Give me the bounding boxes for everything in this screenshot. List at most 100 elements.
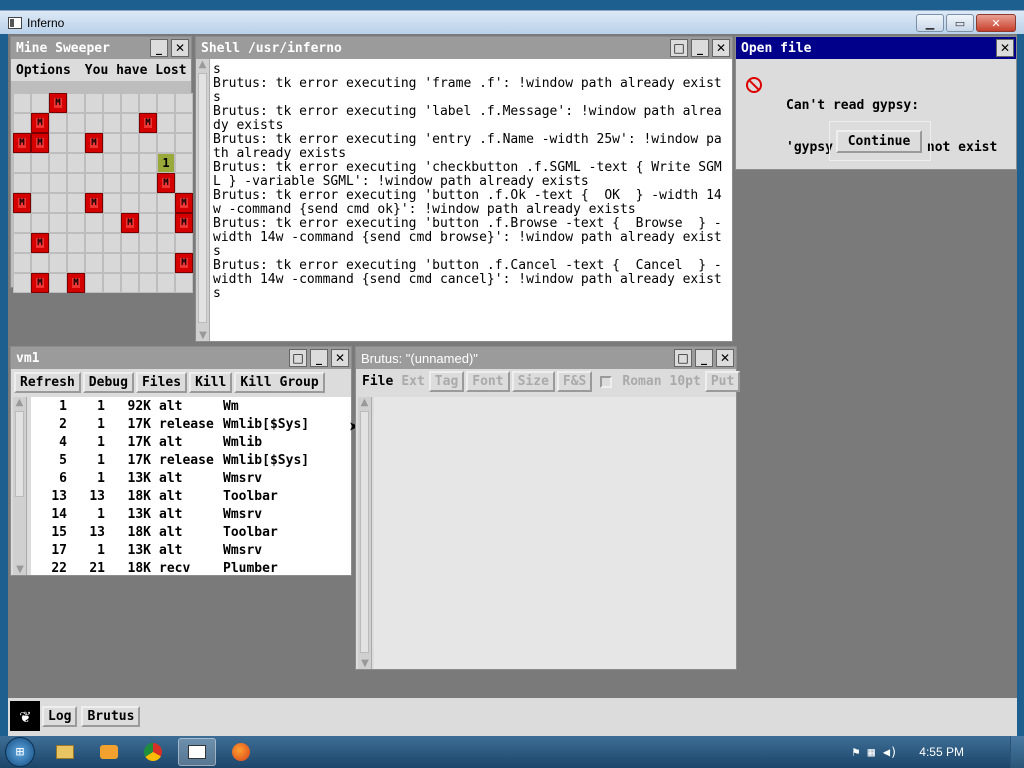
cell[interactable] (13, 153, 31, 173)
minimize-icon[interactable]: _ (691, 39, 709, 57)
mine-cell[interactable]: M (175, 253, 193, 273)
cell[interactable] (139, 273, 157, 293)
files-button[interactable]: Files (135, 372, 188, 393)
cell[interactable] (175, 273, 193, 293)
process-row[interactable]: 17 1 13K alt Wmsrv (31, 541, 343, 559)
taskbar-brutus-button[interactable]: Brutus (81, 705, 141, 727)
cell[interactable] (175, 233, 193, 253)
maximize-icon[interactable]: □ (289, 349, 307, 367)
cell[interactable] (139, 193, 157, 213)
refresh-button[interactable]: Refresh (14, 372, 81, 393)
cell[interactable] (121, 273, 139, 293)
cell[interactable] (103, 273, 121, 293)
debug-button[interactable]: Debug (82, 372, 134, 393)
cell[interactable] (13, 253, 31, 273)
cell[interactable] (49, 153, 67, 173)
cell[interactable] (49, 113, 67, 133)
cell[interactable] (157, 273, 175, 293)
cell[interactable] (31, 253, 49, 273)
brutus-titlebar[interactable]: Brutus: "(unnamed)" □ _ ✕ (356, 347, 736, 369)
cell[interactable] (103, 253, 121, 273)
cell[interactable] (139, 253, 157, 273)
cell[interactable] (175, 173, 193, 193)
scroll-thumb[interactable] (198, 73, 207, 323)
scroll-down-icon[interactable]: ▼ (13, 564, 27, 575)
fs-button[interactable]: F&S (556, 371, 593, 392)
vm-titlebar[interactable]: vm1 □ _ ✕ (11, 347, 351, 369)
cell[interactable] (139, 93, 157, 113)
cell[interactable] (49, 133, 67, 153)
cell[interactable] (103, 193, 121, 213)
file-explorer-icon[interactable] (46, 738, 84, 766)
cell[interactable] (157, 113, 175, 133)
cell[interactable] (139, 173, 157, 193)
close-icon[interactable]: ✕ (996, 39, 1014, 57)
media-player-icon[interactable] (90, 738, 128, 766)
maximize-icon[interactable]: ▭ (946, 14, 974, 32)
file-menu[interactable]: File (358, 373, 397, 390)
cell[interactable] (157, 93, 175, 113)
process-row[interactable]: 5 1 17K release Wmlib[$Sys] (31, 451, 343, 469)
cell[interactable] (103, 213, 121, 233)
close-icon[interactable]: ✕ (171, 39, 189, 57)
cell[interactable] (67, 93, 85, 113)
mine-cell[interactable]: M (175, 213, 193, 233)
cell[interactable] (157, 193, 175, 213)
mine-cell[interactable]: M (31, 113, 49, 133)
mine-cell[interactable]: M (157, 173, 175, 193)
scroll-up-icon[interactable]: ▲ (358, 397, 371, 408)
process-row[interactable]: 4 1 17K alt Wmlib (31, 433, 343, 451)
cell[interactable] (121, 113, 139, 133)
brutus-scrollbar[interactable]: ▲ ▼ (358, 397, 372, 669)
cell[interactable] (85, 213, 103, 233)
cell[interactable] (49, 273, 67, 293)
cell[interactable] (49, 193, 67, 213)
volume-icon[interactable]: ◀) (883, 745, 897, 759)
cell[interactable] (67, 153, 85, 173)
size-button[interactable]: Size (511, 371, 555, 392)
cell[interactable] (67, 173, 85, 193)
minimize-icon[interactable]: _ (310, 349, 328, 367)
clock-time[interactable]: 4:55 PM (919, 745, 964, 759)
cell[interactable] (67, 113, 85, 133)
cell[interactable] (157, 253, 175, 273)
cell[interactable] (139, 153, 157, 173)
cell[interactable] (85, 253, 103, 273)
process-row[interactable]: 1 1 92K alt Wm (31, 397, 343, 415)
kill-button[interactable]: Kill (189, 372, 233, 393)
cell[interactable] (175, 93, 193, 113)
cell[interactable] (103, 113, 121, 133)
cell[interactable] (13, 173, 31, 193)
show-desktop-button[interactable] (1010, 736, 1024, 768)
inferno-logo-icon[interactable]: ❦ (10, 701, 40, 731)
minefield[interactable]: MMMMMM1MMMMMMMMMM (13, 93, 193, 293)
cell[interactable] (139, 213, 157, 233)
cell[interactable] (13, 93, 31, 113)
ext-menu[interactable]: Ext (397, 373, 428, 390)
dialog-titlebar[interactable]: Open file ✕ (736, 37, 1016, 59)
cell[interactable] (85, 113, 103, 133)
mine-cell[interactable]: M (31, 233, 49, 253)
cell[interactable] (13, 213, 31, 233)
cell[interactable] (13, 233, 31, 253)
vm-scrollbar[interactable]: ▲ ▼ (13, 397, 27, 575)
cell[interactable] (175, 133, 193, 153)
cell[interactable] (121, 173, 139, 193)
mine-cell[interactable]: M (31, 273, 49, 293)
inferno-window-icon[interactable] (178, 738, 216, 766)
cell[interactable] (49, 213, 67, 233)
cell[interactable] (175, 113, 193, 133)
mine-cell[interactable]: M (175, 193, 193, 213)
cell[interactable] (85, 93, 103, 113)
cell[interactable] (85, 233, 103, 253)
cell[interactable] (67, 213, 85, 233)
cell[interactable] (103, 173, 121, 193)
cell[interactable] (31, 173, 49, 193)
number-cell[interactable]: 1 (157, 153, 175, 173)
taskbar-log-button[interactable]: Log (42, 705, 78, 727)
minesweeper-titlebar[interactable]: Mine Sweeper _ ✕ (11, 37, 191, 59)
scroll-up-icon[interactable]: ▲ (13, 397, 26, 408)
mine-cell[interactable]: M (121, 213, 139, 233)
scroll-down-icon[interactable]: ▼ (358, 658, 372, 669)
process-row[interactable]: 13 13 18K alt Toolbar (31, 487, 343, 505)
